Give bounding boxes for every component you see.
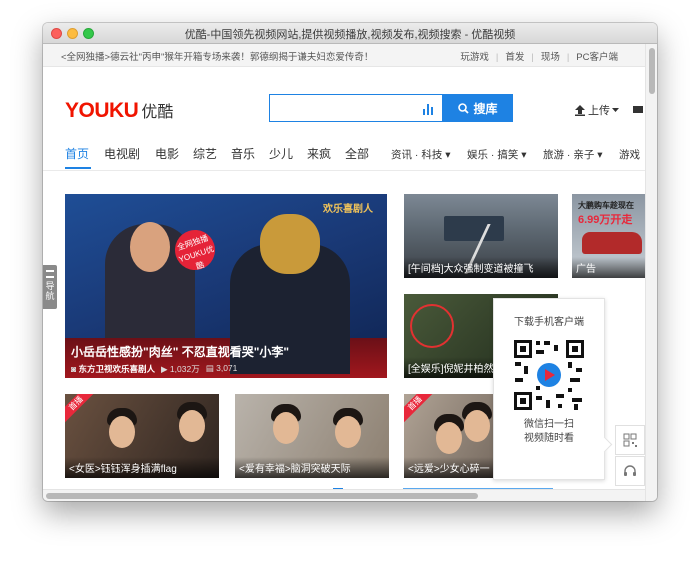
upload-icon xyxy=(575,105,585,116)
hero-title[interactable]: 小岳岳性感扮"肉丝" 不忍直视看哭"小李" xyxy=(71,343,289,360)
qr-code xyxy=(512,338,586,412)
browser-window: 优酷-中国领先视频网站,提供视频播放,视频发布,视频搜索 - 优酷视频 <全网独… xyxy=(43,23,657,501)
nav-sub-travel-family[interactable]: 旅游 · 亲子 ▾ xyxy=(543,147,603,162)
premiere-badge: 首播 xyxy=(65,394,98,426)
video-tile-aiyou[interactable]: <爱有幸福>脑洞突破天际 xyxy=(235,394,389,478)
nav-item-all[interactable]: 全部 xyxy=(345,145,369,162)
view-count: 1,032万 xyxy=(169,364,200,374)
chevron-down-icon xyxy=(612,107,619,112)
hero-video[interactable]: 全网独播 YOUKU优酷 欢乐喜剧人 小岳岳性感扮"肉丝" 不忍直视看哭"小李"… xyxy=(65,194,387,378)
thumb-face xyxy=(436,422,462,454)
qr-line-2: 视频随时看 xyxy=(524,433,574,444)
nav-sub-label: 娱乐 · 搞笑 xyxy=(467,149,519,161)
nav-sub-news-tech[interactable]: 资讯 · 科技 ▾ xyxy=(391,147,451,162)
hero-meta: ◙ 东方卫视欢乐喜剧人 ▶ 1,032万 ▤ 3,071 xyxy=(71,363,237,375)
qr-icon xyxy=(623,433,637,447)
top-link-pc-client[interactable]: PC客户端 xyxy=(569,52,625,63)
side-nav-label: 导航 xyxy=(45,281,55,301)
qr-float-button[interactable] xyxy=(615,425,645,455)
channel-info[interactable]: ◙ 东方卫视欢乐喜剧人 xyxy=(71,363,155,375)
page-content: <全网独播>德云社"丙申"猴年开箱专场来袭！郭德纲揭于谦夫妇恋爱传奇！ 玩游戏 |… xyxy=(43,44,657,501)
thumb-face xyxy=(335,416,361,448)
side-nav-tab[interactable]: 导航 xyxy=(43,265,57,309)
nav-sub-ent-funny[interactable]: 娱乐 · 搞笑 ▾ xyxy=(467,147,527,162)
qr-download-panel: 下载手机客户端 微信扫一扫 视频随时看 xyxy=(493,298,605,480)
video-tile-nvyi[interactable]: 首播 <女医>钰钰浑身插满flag xyxy=(65,394,219,478)
views-info: ▶ 1,032万 xyxy=(161,364,200,374)
top-link-premiere[interactable]: 首发 xyxy=(498,52,531,63)
search-button[interactable]: 搜库 xyxy=(443,94,513,122)
trending-bars-icon[interactable] xyxy=(423,103,435,115)
horizontal-scroll-thumb[interactable] xyxy=(46,493,478,499)
ad-price: 6.99万开走 xyxy=(578,214,633,226)
active-nav-indicator xyxy=(65,167,91,169)
nav-item-laifeng[interactable]: 来疯 xyxy=(307,145,331,162)
hero-face-left xyxy=(130,222,170,272)
upload-label: 上传 xyxy=(588,105,610,117)
thumb-face xyxy=(464,410,490,442)
qr-code-image xyxy=(512,338,586,412)
hero-wig xyxy=(260,214,320,274)
vertical-scrollbar[interactable] xyxy=(645,44,657,501)
thumb-face xyxy=(273,412,299,444)
ad-text: 大鹏购车趁现在 xyxy=(578,201,634,210)
promo-link[interactable]: <全网独播>德云社"丙申"猴年开箱专场来袭！郭德纲揭于谦夫妇恋爱传奇！ xyxy=(61,49,373,63)
search-icon xyxy=(458,102,470,114)
menu-icon xyxy=(46,270,54,278)
nav-item-home[interactable]: 首页 xyxy=(65,145,89,162)
premiere-badge: 首播 xyxy=(404,394,437,426)
ad-caption: 广告 xyxy=(572,257,647,278)
thumb-face xyxy=(179,410,205,442)
search-input[interactable] xyxy=(274,96,418,122)
thumb-highlight-circle xyxy=(410,304,454,348)
top-link-games[interactable]: 玩游戏 xyxy=(453,52,496,63)
headset-icon xyxy=(624,465,636,476)
nav-sub-games[interactable]: 游戏 xyxy=(619,147,640,162)
top-link-live[interactable]: 现场 xyxy=(534,52,567,63)
video-caption: <爱有幸福>脑洞突破天际 xyxy=(235,457,389,478)
support-float-button[interactable] xyxy=(615,456,645,486)
thumb-truck xyxy=(444,216,504,241)
nav-item-kids[interactable]: 少儿 xyxy=(269,145,293,162)
nav-sub-label: 资讯 · 科技 xyxy=(391,149,443,161)
upload-button[interactable]: 上传 xyxy=(574,102,619,118)
main-nav: 首页 电视剧 电影 综艺 音乐 少儿 来疯 全部 资讯 · 科技 ▾ 娱乐 · … xyxy=(43,136,645,171)
top-links: 玩游戏 | 首发 | 现场 | PC客户端 xyxy=(453,49,625,63)
nav-item-variety[interactable]: 综艺 xyxy=(193,145,217,162)
qr-line-1: 微信扫一扫 xyxy=(524,419,574,430)
video-caption: [午间档]大众强制变道被撞飞 xyxy=(404,257,558,278)
window-title: 优酷-中国领先视频网站,提供视频播放,视频发布,视频搜索 - 优酷视频 xyxy=(184,29,516,41)
search-button-label: 搜库 xyxy=(473,101,498,116)
top-bar: <全网独播>德云社"丙申"猴年开箱专场来袭！郭德纲揭于谦夫妇恋爱传奇！ 玩游戏 |… xyxy=(43,44,645,67)
search-box xyxy=(269,94,443,122)
youku-logo[interactable]: YOUKU 优酷 xyxy=(65,98,173,123)
logo-latin: YOUKU xyxy=(65,99,139,122)
mail-icon[interactable] xyxy=(633,106,643,113)
qr-panel-title: 下载手机客户端 xyxy=(514,317,584,328)
comment-count: 3,071 xyxy=(216,363,238,373)
title-bar: 优酷-中国领先视频网站,提供视频播放,视频发布,视频搜索 - 优酷视频 xyxy=(43,23,657,44)
nav-item-tv[interactable]: 电视剧 xyxy=(104,145,140,162)
nav-sub-label: 旅游 · 亲子 xyxy=(543,149,595,161)
ad-tile[interactable]: 大鹏购车趁现在 6.99万开走 广告 xyxy=(572,194,647,278)
video-tile-road[interactable]: [午间档]大众强制变道被撞飞 xyxy=(404,194,558,278)
thumb-car xyxy=(582,232,642,254)
horizontal-scrollbar[interactable] xyxy=(43,489,645,501)
nav-item-music[interactable]: 音乐 xyxy=(231,145,255,162)
logo-chinese: 优酷 xyxy=(141,104,174,121)
video-caption: <女医>钰钰浑身插满flag xyxy=(65,457,219,478)
channel-name: 东方卫视欢乐喜剧人 xyxy=(78,364,156,374)
vertical-scroll-thumb[interactable] xyxy=(649,48,655,94)
nav-item-movies[interactable]: 电影 xyxy=(155,145,179,162)
thumb-face xyxy=(109,416,135,448)
show-logo: 欢乐喜剧人 xyxy=(323,204,373,215)
comments-info: ▤ 3,071 xyxy=(205,363,238,373)
